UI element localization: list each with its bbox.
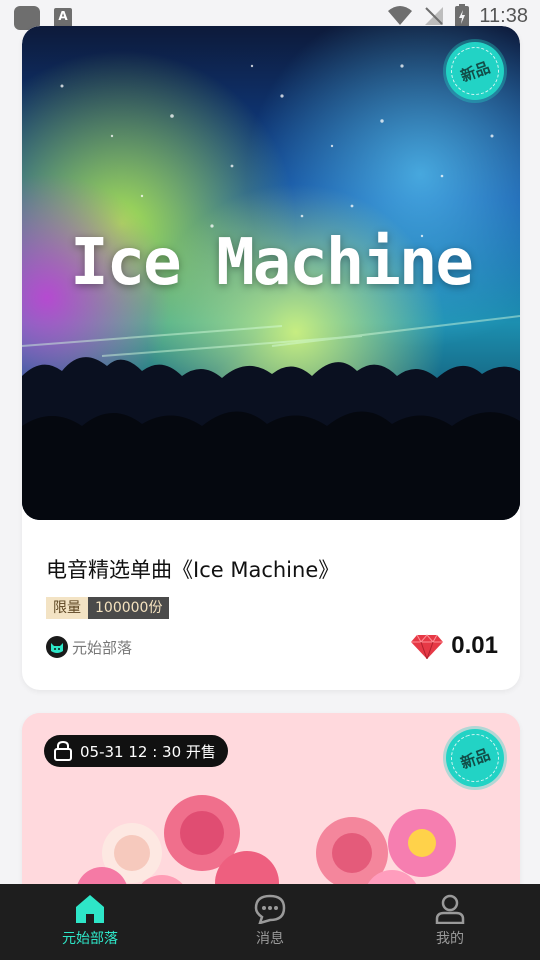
limit-count: 100000份 bbox=[88, 597, 170, 619]
cover-title: Ice Machine bbox=[70, 226, 474, 300]
lock-icon bbox=[54, 741, 72, 761]
cat-face-icon bbox=[51, 643, 63, 653]
creator-avatar bbox=[46, 636, 68, 658]
tab-home-label: 元始部落 bbox=[62, 931, 118, 947]
limit-label: 限量 bbox=[46, 597, 88, 619]
price-value: 0.01 bbox=[451, 632, 498, 659]
price: 0.01 bbox=[411, 632, 498, 660]
tab-messages[interactable]: 消息 bbox=[180, 884, 360, 960]
new-badge: 新品 bbox=[444, 727, 506, 789]
new-badge: 新品 bbox=[444, 40, 506, 102]
diamond-icon bbox=[411, 634, 444, 659]
chat-icon bbox=[254, 894, 286, 924]
sale-time: 05-31 12 : 30 开售 bbox=[80, 742, 216, 761]
product-card[interactable]: Ice Machine 新品 电音精选单曲《Ice Machine》 限量 10… bbox=[22, 26, 520, 690]
creator-name: 元始部落 bbox=[72, 638, 133, 657]
tab-profile[interactable]: 我的 bbox=[360, 884, 540, 960]
product-feed[interactable]: Ice Machine 新品 电音精选单曲《Ice Machine》 限量 10… bbox=[0, 0, 540, 884]
creator-info[interactable]: 元始部落 bbox=[46, 636, 132, 658]
product-card[interactable]: 05-31 12 : 30 开售 新品 bbox=[22, 713, 520, 884]
tab-home[interactable]: 元始部落 bbox=[0, 884, 180, 960]
tab-messages-label: 消息 bbox=[256, 931, 284, 947]
tab-profile-label: 我的 bbox=[436, 931, 464, 947]
bottom-tab-bar: 元始部落 消息 我的 bbox=[0, 884, 540, 960]
product-title: 电音精选单曲《Ice Machine》 bbox=[46, 558, 340, 582]
cover-image: Ice Machine bbox=[22, 26, 520, 520]
sale-time-pill: 05-31 12 : 30 开售 bbox=[44, 735, 228, 767]
user-icon bbox=[435, 894, 465, 924]
home-icon bbox=[76, 895, 104, 923]
limit-tag: 限量 100000份 bbox=[46, 597, 170, 619]
